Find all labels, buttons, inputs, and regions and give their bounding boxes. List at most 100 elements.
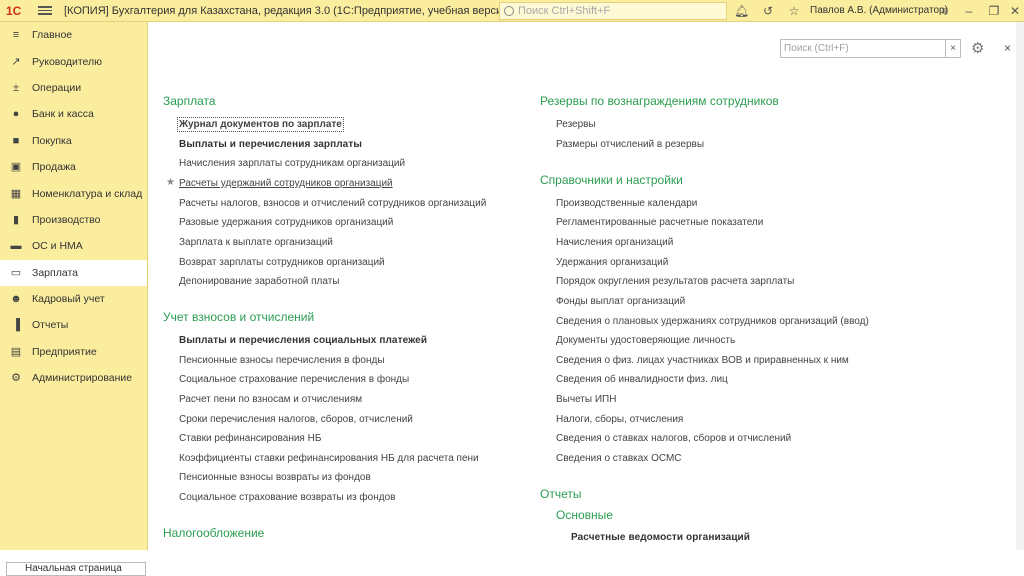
link-tax-rates[interactable]: Сведения о ставках налогов, сборов и отч… — [556, 433, 791, 444]
subsection-title-main-reports: Основные — [556, 508, 613, 522]
link-planned-deductions[interactable]: Сведения о плановых удержаниях сотрудник… — [556, 316, 869, 327]
link-salary-to-pay[interactable]: Зарплата к выплате организаций — [179, 237, 333, 248]
settings-gear-icon[interactable]: ⚙ — [971, 39, 984, 57]
link-veterans-info[interactable]: Сведения о физ. лицах участниках ВОВ и п… — [556, 355, 849, 366]
user-name[interactable]: Павлов А.В. (Администратор) — [810, 5, 948, 16]
sidebar-item-admin[interactable]: ⚙ Администрирование — [0, 365, 147, 391]
favorite-star-icon[interactable]: ★ — [166, 177, 175, 188]
sidebar-item-label: Банк и касса — [32, 108, 94, 121]
sidebar-item-label: Кадровый учет — [32, 293, 105, 306]
link-rounding-order[interactable]: Порядок округления результатов расчета з… — [556, 276, 794, 287]
sidebar-item-sales[interactable]: ▣ Продажа — [0, 154, 147, 180]
sidebar-item-label: Покупка — [32, 134, 72, 147]
link-social-payments[interactable]: Выплаты и перечисления социальных платеж… — [179, 335, 427, 346]
link-identity-documents[interactable]: Документы удостоверяющие личность — [556, 335, 735, 346]
sidebar-item-operations[interactable]: ± Операции — [0, 75, 147, 101]
boxes-icon: ▦ — [10, 187, 22, 200]
sidebar-item-label: Главное — [32, 29, 73, 42]
bell-icon[interactable]: 🔔︎ — [734, 4, 749, 18]
start-page-tab[interactable]: Начальная страница — [6, 562, 146, 576]
sidebar-item-label: Отчеты — [32, 319, 69, 332]
truck-icon: ▬ — [10, 240, 22, 253]
link-payment-funds[interactable]: Фонды выплат организаций — [556, 296, 685, 307]
wallet-icon: ▭ — [10, 266, 22, 279]
sections-panel: ≡ Главное ↗ Руководителю ± Операции ● Банк и… — [0, 22, 148, 576]
link-salary-accruals[interactable]: Начисления зарплаты сотрудникам организа… — [179, 158, 405, 169]
bag-icon: ▣ — [10, 161, 22, 174]
section-title-taxation: Налогообложение — [163, 526, 265, 540]
link-one-time-deductions[interactable]: Разовые удержания сотрудников организаци… — [179, 217, 393, 228]
operations-icon: ± — [12, 81, 20, 94]
sidebar-item-label: Зарплата — [32, 266, 78, 279]
settings-menu-icon[interactable]: ≡ — [938, 4, 952, 18]
sidebar-item-label: Номенклатура и склад — [32, 187, 143, 200]
section-content: Поиск (Ctrl+F) × ⚙ × Зарплата Журнал док… — [148, 22, 1024, 550]
link-penalty-calc[interactable]: Расчет пени по взносам и отчислениям — [179, 394, 362, 405]
sidebar-item-assets[interactable]: ▬ ОС и НМА — [0, 233, 147, 259]
link-salary-payments[interactable]: Выплаты и перечисления зарплаты — [179, 139, 362, 150]
vertical-scrollbar[interactable] — [1016, 22, 1024, 550]
link-ipn-deductions[interactable]: Вычеты ИПН — [556, 394, 616, 405]
link-transfer-deadlines[interactable]: Сроки перечисления налогов, сборов, отчи… — [179, 414, 413, 425]
bar-chart-icon: ▐ — [12, 319, 20, 332]
title-bar: 1С [КОПИЯ] Бухгалтерия для Казахстана, р… — [0, 0, 1024, 22]
sidebar-item-enterprise[interactable]: ▤ Предприятие — [0, 339, 147, 365]
people-icon: ☻ — [10, 293, 22, 306]
close-window-icon[interactable]: ✕ — [1008, 4, 1022, 18]
building-icon: ▤ — [10, 345, 22, 358]
close-content-icon[interactable]: × — [1004, 41, 1011, 55]
link-payroll-statements[interactable]: Расчетные ведомости организаций — [571, 532, 750, 543]
section-title-reports: Отчеты — [540, 487, 582, 501]
link-disability-info[interactable]: Сведения об инвалидности физ. лиц — [556, 374, 728, 385]
star-icon[interactable]: ☆ — [787, 4, 801, 18]
link-org-accruals[interactable]: Начисления организаций — [556, 237, 673, 248]
link-taxes-calc[interactable]: Расчеты налогов, взносов и отчислений со… — [179, 198, 486, 209]
link-osms-rates[interactable]: Сведения о ставках ОСМС — [556, 453, 682, 464]
sidebar-item-main[interactable]: ≡ Главное — [0, 22, 147, 48]
restore-icon[interactable]: ❐ — [987, 4, 1001, 18]
history-icon[interactable]: ↺ — [761, 4, 775, 18]
section-title-reserves: Резервы по вознаграждениям сотрудников — [540, 94, 779, 108]
link-salary-journal[interactable]: Журнал документов по зарплате — [177, 117, 344, 132]
link-salary-return[interactable]: Возврат зарплаты сотрудников организаций — [179, 257, 385, 268]
sidebar-item-hr[interactable]: ☻ Кадровый учет — [0, 286, 147, 312]
clear-search-icon[interactable]: × — [945, 39, 961, 58]
sidebar-item-production[interactable]: ▮ Производство — [0, 207, 147, 233]
cart-icon: ■ — [12, 134, 20, 147]
global-search-input[interactable]: Поиск Ctrl+Shift+F — [499, 2, 727, 20]
sidebar-item-reports[interactable]: ▐ Отчеты — [0, 312, 147, 338]
link-org-deductions[interactable]: Удержания организаций — [556, 257, 668, 268]
link-pension-returns[interactable]: Пенсионные взносы возвраты из фондов — [179, 472, 371, 483]
link-social-insurance-transfers[interactable]: Социальное страхование перечисления в фо… — [179, 374, 409, 385]
minimize-icon[interactable]: – — [962, 4, 976, 18]
menu-lines-icon: ≡ — [12, 29, 20, 42]
search-icon — [504, 6, 514, 16]
global-search-placeholder: Поиск Ctrl+Shift+F — [518, 5, 611, 17]
link-regulated-indicators[interactable]: Регламентированные расчетные показатели — [556, 217, 763, 228]
link-deductions[interactable]: Расчеты удержаний сотрудников организаци… — [179, 178, 393, 189]
factory-icon: ▮ — [12, 213, 20, 226]
sidebar-item-purchase[interactable]: ■ Покупка — [0, 128, 147, 154]
app-title: [КОПИЯ] Бухгалтерия для Казахстана, реда… — [64, 4, 512, 17]
sidebar-item-label: Руководителю — [32, 55, 103, 68]
link-refinancing-coefficients[interactable]: Коэффициенты ставки рефинансирования НБ … — [179, 453, 479, 464]
sidebar-item-salary[interactable]: ▭ Зарплата — [0, 259, 147, 286]
sidebar-item-label: Производство — [32, 213, 101, 226]
section-title-references: Справочники и настройки — [540, 173, 683, 187]
sidebar-item-label: Операции — [32, 81, 82, 94]
sidebar-item-manager[interactable]: ↗ Руководителю — [0, 48, 147, 74]
link-social-insurance-returns[interactable]: Социальное страхование возвраты из фондо… — [179, 492, 395, 503]
sidebar-item-bank[interactable]: ● Банк и касса — [0, 101, 147, 127]
link-reserve-rates[interactable]: Размеры отчислений в резервы — [556, 139, 704, 150]
link-refinancing-rates[interactable]: Ставки рефинансирования НБ — [179, 433, 321, 444]
link-taxes-fees[interactable]: Налоги, сборы, отчисления — [556, 414, 683, 425]
sidebar-item-label: Предприятие — [32, 345, 97, 358]
sidebar-item-nomenclature[interactable]: ▦ Номенклатура и склад — [0, 180, 147, 206]
link-pension-transfers[interactable]: Пенсионные взносы перечисления в фонды — [179, 355, 385, 366]
main-menu-icon[interactable] — [38, 6, 52, 15]
function-search-input[interactable]: Поиск (Ctrl+F) — [780, 39, 961, 58]
link-deposit[interactable]: Депонирование заработной платы — [179, 276, 339, 287]
sidebar-item-label: Продажа — [32, 161, 76, 174]
link-production-calendars[interactable]: Производственные календари — [556, 198, 697, 209]
link-reserves[interactable]: Резервы — [556, 119, 596, 130]
